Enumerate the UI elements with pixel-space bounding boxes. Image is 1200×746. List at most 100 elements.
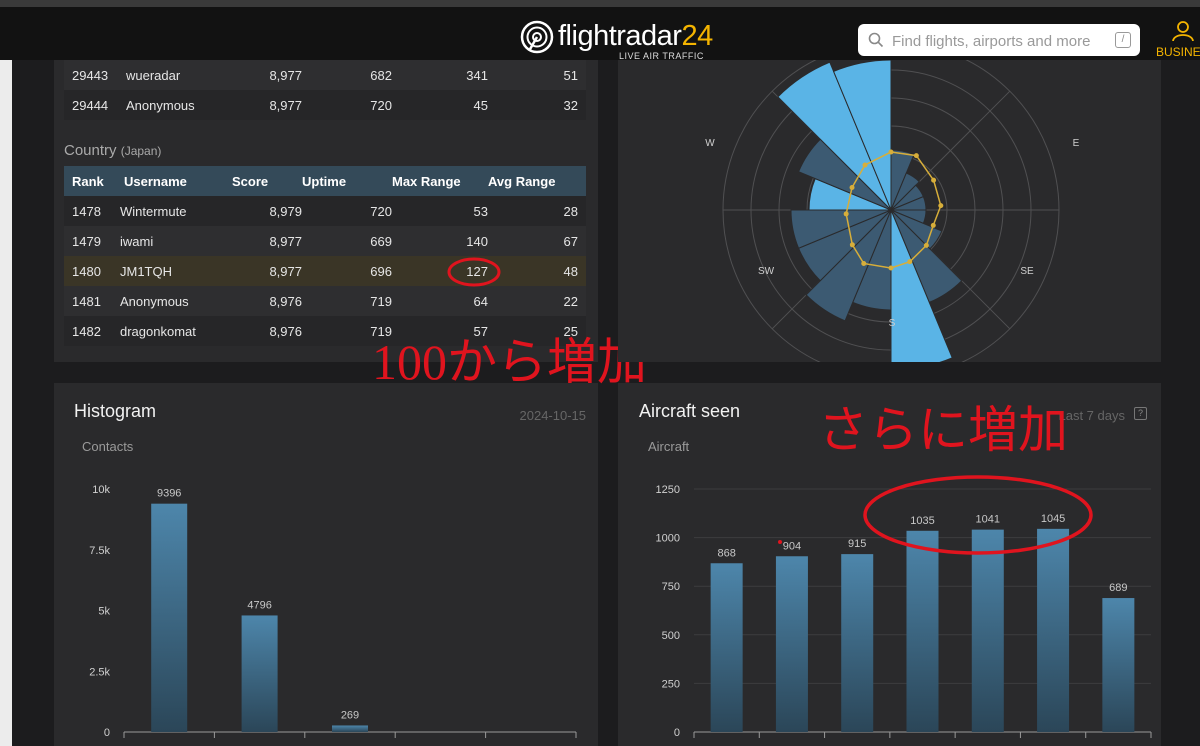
cell-score: 8,977 xyxy=(232,256,302,286)
range-point xyxy=(849,242,855,248)
table-row: 1479 iwami 8,977 669 140 67 xyxy=(64,226,586,256)
search-input[interactable] xyxy=(890,29,1104,53)
country-ranking-table: Rank Username Score Uptime Max Range Avg Rang… xyxy=(64,166,586,346)
user-icon xyxy=(1172,21,1194,41)
increase-highlight-circle xyxy=(863,475,1093,555)
y-tick-label: 250 xyxy=(662,678,680,690)
bar-value-label: 9396 xyxy=(157,488,181,500)
range-point xyxy=(849,185,855,190)
range-point xyxy=(907,259,913,265)
bar[interactable] xyxy=(775,556,808,732)
column-header[interactable]: Uptime xyxy=(302,166,392,196)
cell-username[interactable]: Anonymous xyxy=(116,286,232,316)
range-point xyxy=(888,149,894,155)
column-header[interactable]: Max Range xyxy=(392,166,488,196)
max-range-highlight-circle xyxy=(447,257,501,287)
cell-score: 8,979 xyxy=(232,196,302,226)
y-tick-label: 5k xyxy=(98,606,110,618)
cell-uptime: 719 xyxy=(302,286,392,316)
column-header[interactable]: Avg Range xyxy=(488,166,586,196)
country-table-header: Rank Username Score Uptime Max Range Avg Rang… xyxy=(64,166,586,196)
bar[interactable] xyxy=(332,725,368,732)
country-heading: Country (Japan) xyxy=(64,142,162,159)
bar-value-label: 689 xyxy=(1109,582,1127,594)
y-tick-label: 500 xyxy=(662,630,680,642)
cell-username[interactable]: dragonkomat xyxy=(116,316,232,346)
y-tick-label: 2.5k xyxy=(89,666,110,678)
cell-max-range: 64 xyxy=(392,286,488,316)
range-point xyxy=(843,211,849,217)
cell-uptime: 720 xyxy=(302,90,392,120)
range-point xyxy=(930,222,936,228)
table-row: 29444 Anonymous 8,977 720 45 32 xyxy=(64,90,586,120)
cell-rank: 29444 xyxy=(64,90,122,120)
range-point xyxy=(862,162,868,168)
cell-avg-range: 32 xyxy=(488,90,586,120)
cell-avg-range: 22 xyxy=(488,286,586,316)
compass-label: SE xyxy=(1020,266,1034,277)
cell-avg-range: 67 xyxy=(488,226,586,256)
aircraft-seen-title: Aircraft seen xyxy=(639,401,741,421)
aircraft-y-label: Aircraft xyxy=(648,439,690,454)
range-point xyxy=(931,177,937,183)
stats-content: 29443 wueradar 8,977 682 341 51 29444 Anonymous… xyxy=(12,60,1200,746)
bar[interactable] xyxy=(151,503,188,732)
column-header[interactable]: Rank xyxy=(64,166,116,196)
bar[interactable] xyxy=(710,563,743,732)
global-ranking-body: 29443 wueradar 8,977 682 341 51 29444 Anonymous… xyxy=(64,60,586,120)
cell-rank: 29443 xyxy=(64,60,122,90)
search-box[interactable]: / xyxy=(858,24,1140,56)
column-header[interactable]: Score xyxy=(232,166,302,196)
radar-icon xyxy=(520,20,554,54)
cell-score: 8,977 xyxy=(232,226,302,256)
cell-rank: 1479 xyxy=(64,226,116,256)
cell-rank: 1480 xyxy=(64,256,116,286)
y-tick-label: 0 xyxy=(104,727,110,739)
search-icon xyxy=(868,32,884,48)
cell-rank: 1482 xyxy=(64,316,116,346)
bar-value-label: 269 xyxy=(341,709,359,721)
cell-username[interactable]: wueradar xyxy=(122,60,232,90)
flightradar24-logo[interactable]: flightradar24 LIVE AIR TRAFFIC xyxy=(520,18,713,62)
histogram-chart: 02.5k5k7.5k10k9396<50nm479650-100nm26910… xyxy=(89,484,577,739)
compass-label: SW xyxy=(758,266,775,277)
histogram-date: 2024-10-15 xyxy=(519,408,587,423)
top-bar: flightradar24 LIVE AIR TRAFFIC / BUSINES… xyxy=(0,0,1200,62)
cell-uptime: 696 xyxy=(302,256,392,286)
range-point xyxy=(938,203,944,209)
histogram-y-label: Contacts xyxy=(82,439,134,454)
cell-username[interactable]: Anonymous xyxy=(122,90,232,120)
left-edge xyxy=(0,60,12,746)
histogram-title: Histogram xyxy=(74,401,157,421)
bar-value-label: 904 xyxy=(783,540,801,552)
business-button[interactable]: BUSINESS xyxy=(1156,21,1200,61)
bar[interactable] xyxy=(841,554,874,732)
y-tick-label: 1250 xyxy=(656,484,680,496)
cell-max-range: 45 xyxy=(392,90,488,120)
cell-uptime: 720 xyxy=(302,196,392,226)
range-point xyxy=(913,153,919,159)
cell-username[interactable]: iwami xyxy=(116,226,232,256)
aircraft-period: Last 7 days xyxy=(1058,408,1126,423)
bar[interactable] xyxy=(1102,598,1135,732)
table-row: 1480 JM1TQH 8,977 696 127 48 xyxy=(64,256,586,286)
coverage-panel: W E SW SE S xyxy=(618,60,1161,362)
cell-avg-range: 51 xyxy=(488,60,586,90)
cell-uptime: 669 xyxy=(302,226,392,256)
logo-wordmark: flightradar24 xyxy=(558,20,713,52)
histogram-panel: Histogram 2024-10-15 Contacts 0 2.5k 5k 7.5… xyxy=(54,383,598,746)
compass-label: E xyxy=(1073,138,1080,149)
global-ranking-table: 29443 wueradar 8,977 682 341 51 29444 Anonymous… xyxy=(64,60,586,120)
cell-rank: 1481 xyxy=(64,286,116,316)
cell-avg-range: 28 xyxy=(488,196,586,226)
bar-value-label: 4796 xyxy=(247,599,271,611)
table-row: 1481 Anonymous 8,976 719 64 22 xyxy=(64,286,586,316)
cell-username[interactable]: JM1TQH xyxy=(116,256,232,286)
cell-username[interactable]: Wintermute xyxy=(116,196,232,226)
bar-value-label: 868 xyxy=(717,547,735,559)
coverage-polar-chart: W E SW SE S xyxy=(705,60,1080,362)
column-header[interactable]: Username xyxy=(116,166,232,196)
help-icon[interactable]: ? xyxy=(1134,407,1147,420)
table-row: 29443 wueradar 8,977 682 341 51 xyxy=(64,60,586,90)
bar[interactable] xyxy=(241,615,278,732)
